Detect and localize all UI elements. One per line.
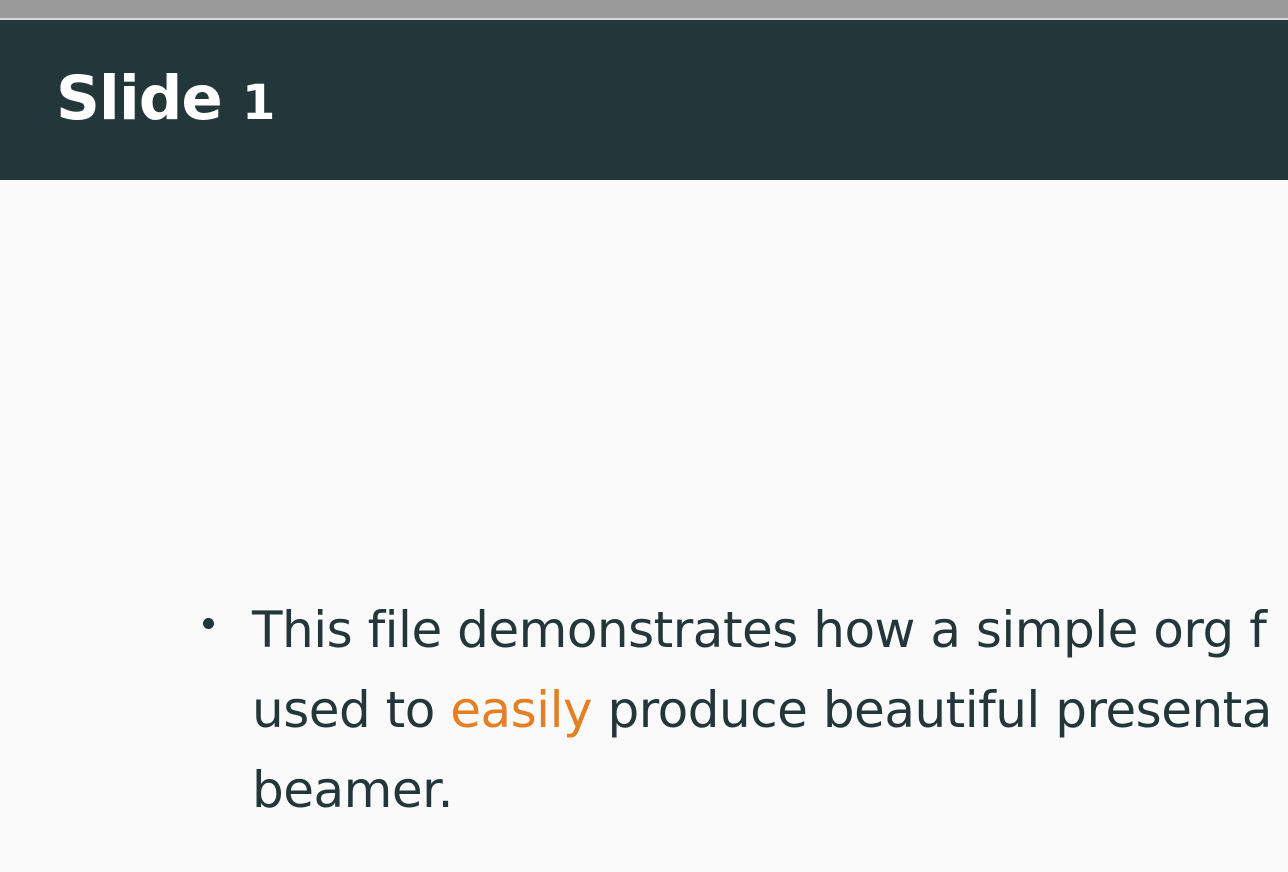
accent-word: easily [450, 681, 593, 739]
bullet-line-2-pre: used to [252, 681, 451, 739]
slide-title: Slide 1 [56, 62, 275, 140]
slide-title-number: 1 [242, 75, 275, 131]
bullet-line-2-post: produce beautiful presenta [592, 681, 1272, 739]
bullet-text: This file demonstrates how a simple org … [252, 590, 1288, 830]
slide-header: Slide 1 [0, 20, 1288, 180]
slide-body: This file demonstrates how a simple org … [0, 180, 1288, 872]
bullet-line-2: used to easily produce beautiful present… [252, 670, 1288, 750]
bullet-line-1: This file demonstrates how a simple org … [252, 601, 1267, 659]
bullet-line-3: beamer. [252, 761, 453, 819]
window-top-strip [0, 0, 1288, 18]
bullet-dot-icon [203, 618, 214, 629]
slide-title-word: Slide [56, 63, 223, 134]
